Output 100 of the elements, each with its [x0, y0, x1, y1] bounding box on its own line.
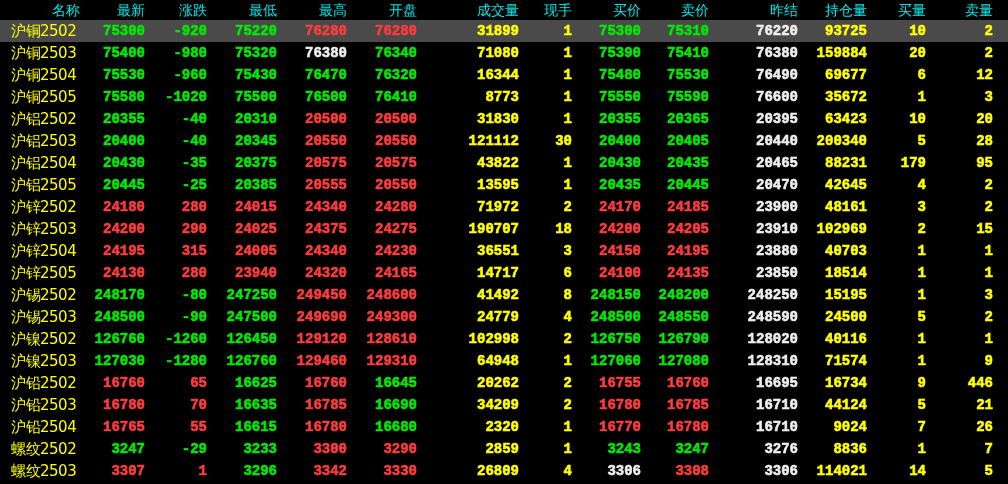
column-header[interactable]: 名称 — [0, 0, 80, 20]
quote-row[interactable]: 沪铝2502 20355 -40 20310 20500 20500 31830 1 20355 20365 20395 63423 10 20 — [0, 108, 1008, 130]
table-cell: -80 — [181, 289, 207, 301]
column-header[interactable]: 最低 — [207, 0, 277, 20]
table-cell: 190707 — [468, 223, 519, 235]
table-cell: 76380 — [756, 47, 798, 59]
quote-row[interactable]: 沪铅2503 16780 70 16635 16785 16690 34209 2 16780 16785 16710 44124 5 21 — [0, 394, 1008, 416]
column-header[interactable]: 持仓量 — [798, 0, 867, 20]
quote-row[interactable]: 沪锌2502 24180 280 24015 24340 24280 71972 2 24170 24185 23900 48161 3 2 — [0, 196, 1008, 218]
table-cell: 75300 — [599, 25, 641, 37]
table-cell: 15195 — [825, 289, 867, 301]
column-header[interactable]: 开盘 — [347, 0, 417, 20]
table-cell: 20355 — [599, 113, 641, 125]
quote-row[interactable]: 沪铅2502 16760 65 16625 16760 16645 20262 2 16755 16760 16695 16734 9 446 — [0, 372, 1008, 394]
quote-row[interactable]: 沪锌2505 24130 280 23940 24320 24165 14717 6 24100 24135 23850 18514 1 1 — [0, 262, 1008, 284]
table-cell: 3290 — [383, 443, 417, 455]
table-cell: 88231 — [825, 157, 867, 169]
quote-row[interactable]: 沪镍2502 126760 -1260 126450 129120 128610 102998 2 126750 126790 128020 40116 1 1 — [0, 328, 1008, 350]
quote-row[interactable]: 沪铜2504 75530 -960 75430 76470 76320 16344 1 75480 75530 76490 69677 6 12 — [0, 64, 1008, 86]
column-header[interactable]: 最高 — [277, 0, 347, 20]
table-cell: 26809 — [477, 465, 519, 477]
quote-row[interactable]: 沪锡2503 248500 -90 247500 249690 249300 24779 4 248500 248550 248590 24500 5 2 — [0, 306, 1008, 328]
table-cell: 128020 — [747, 333, 798, 345]
table-cell: 75580 — [103, 91, 145, 103]
table-cell: 1 — [917, 333, 926, 345]
table-cell: 16760 — [667, 377, 709, 389]
table-cell: 2320 — [485, 421, 519, 433]
quote-row[interactable]: 沪锌2504 24195 315 24005 24340 24230 36551 3 24150 24195 23880 40703 1 1 — [0, 240, 1008, 262]
table-cell: 179 — [900, 157, 926, 169]
table-cell: 93725 — [825, 25, 867, 37]
table-cell: 6 — [917, 69, 926, 81]
quote-row[interactable]: 沪锡2502 248170 -80 247250 249450 248600 41492 8 248150 248200 248250 15195 1 3 — [0, 284, 1008, 306]
table-cell: 2 — [917, 223, 926, 235]
table-cell: 1 — [917, 245, 926, 257]
table-cell: 23940 — [235, 267, 277, 279]
column-header[interactable]: 买量 — [867, 0, 926, 20]
quote-row[interactable]: 沪铜2503 75400 -980 75320 76380 76340 71080 1 75390 75410 76380 159884 20 2 — [0, 42, 1008, 64]
table-cell: 248500 — [94, 311, 145, 323]
table-cell: 20430 — [103, 157, 145, 169]
table-cell: 16755 — [599, 377, 641, 389]
table-cell: 20405 — [667, 135, 709, 147]
table-cell: 3308 — [675, 465, 709, 477]
quote-row[interactable]: 沪铜2502 75300 -920 75220 76280 76280 31899 1 75300 75310 76220 93725 10 2 — [0, 20, 1008, 42]
table-cell: 75430 — [235, 69, 277, 81]
table-cell: 315 — [181, 245, 207, 257]
column-header[interactable]: 卖量 — [926, 0, 993, 20]
table-cell: 3 — [917, 201, 926, 213]
table-cell: 3307 — [111, 465, 145, 477]
table-cell: 248150 — [590, 289, 641, 301]
contract-name: 沪铜2505 — [10, 87, 78, 107]
table-cell: 128310 — [747, 355, 798, 367]
table-cell: 24230 — [375, 245, 417, 257]
column-header[interactable]: 买价 — [572, 0, 641, 20]
table-cell: 35672 — [825, 91, 867, 103]
quote-row[interactable]: 沪镍2503 127030 -1280 126760 129460 129310 64948 1 127060 127080 128310 71574 1 9 — [0, 350, 1008, 372]
column-header[interactable]: 成交量 — [417, 0, 519, 20]
contract-name: 沪锌2504 — [10, 241, 78, 261]
column-header[interactable]: 卖价 — [641, 0, 709, 20]
table-cell: 16770 — [599, 421, 641, 433]
table-cell: 18514 — [825, 267, 867, 279]
quote-row[interactable]: 沪铝2504 20430 -35 20375 20575 20575 43822 1 20430 20435 20465 88231 179 95 — [0, 152, 1008, 174]
table-cell: 24025 — [235, 223, 277, 235]
contract-name: 螺纹2503 — [10, 461, 78, 481]
table-cell: 6 — [563, 267, 572, 279]
column-header[interactable]: 最新 — [80, 0, 145, 20]
table-cell: 102998 — [468, 333, 519, 345]
contract-name: 沪铅2503 — [10, 395, 78, 415]
table-cell: 16785 — [305, 399, 347, 411]
quote-row[interactable]: 螺纹2502 3247 -29 3233 3300 3290 2859 1 3243 3247 3276 8836 1 7 — [0, 438, 1008, 460]
table-cell: 3 — [563, 245, 572, 257]
quote-row[interactable]: 沪锌2503 24200 290 24025 24375 24275 190707 18 24200 24205 23910 102969 2 15 — [0, 218, 1008, 240]
table-cell: 75530 — [103, 69, 145, 81]
table-cell: 3 — [984, 91, 993, 103]
quote-row[interactable]: 沪铅2504 16765 55 16615 16780 16680 2320 1 16770 16780 16710 9024 7 26 — [0, 416, 1008, 438]
table-cell: 16615 — [235, 421, 277, 433]
quote-row[interactable]: 沪铝2503 20400 -40 20345 20550 20550 121112 30 20400 20405 20440 200340 5 28 — [0, 130, 1008, 152]
table-cell: 12 — [976, 69, 993, 81]
table-cell: 2 — [984, 47, 993, 59]
contract-name: 沪铝2505 — [10, 175, 78, 195]
table-cell: 4 — [563, 311, 572, 323]
table-cell: 1 — [917, 443, 926, 455]
quote-row[interactable]: 螺纹2503 3307 1 3296 3342 3330 26809 4 3306 3308 3306 114021 14 5 — [0, 460, 1008, 482]
contract-name: 沪锡2502 — [10, 285, 78, 305]
table-cell: 1 — [563, 113, 572, 125]
quote-row[interactable]: 沪铜2505 75580 -1020 75500 76500 76410 8773 1 75550 75590 76600 35672 1 3 — [0, 86, 1008, 108]
table-cell: -1020 — [165, 91, 207, 103]
table-cell: 247250 — [226, 289, 277, 301]
table-cell: 23850 — [756, 267, 798, 279]
table-cell: 1 — [917, 91, 926, 103]
table-cell: 71972 — [477, 201, 519, 213]
table-cell: 3342 — [313, 465, 347, 477]
table-cell: 1 — [563, 25, 572, 37]
table-cell: 1 — [984, 267, 993, 279]
column-header[interactable]: 涨跌 — [145, 0, 207, 20]
column-header[interactable]: 昨结 — [709, 0, 798, 20]
column-header[interactable]: 现手 — [519, 0, 572, 20]
table-cell: 31830 — [477, 113, 519, 125]
table-cell: 75530 — [667, 69, 709, 81]
table-cell: 16625 — [235, 377, 277, 389]
quote-row[interactable]: 沪铝2505 20445 -25 20385 20555 20550 13595 1 20435 20445 20470 42645 4 2 — [0, 174, 1008, 196]
